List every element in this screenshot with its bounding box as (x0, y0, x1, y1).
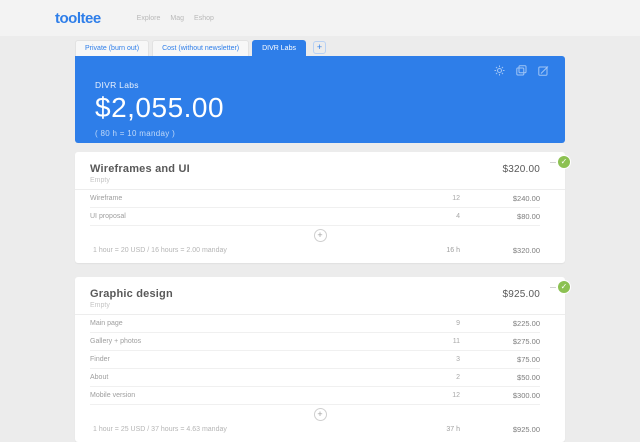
tooltee-logo[interactable]: tooltee (55, 10, 101, 27)
main-nav: Explore Mag Eshop (137, 15, 214, 22)
summary-subtitle: ( 80 h = 10 manday ) (95, 129, 176, 138)
section-total: $320.00 (502, 164, 540, 175)
nav-link-mag[interactable]: Mag (170, 15, 184, 22)
item-quantity: 3 (456, 356, 460, 363)
tab-divr-labs[interactable]: DIVR Labs (252, 40, 306, 56)
badge-connector (550, 287, 556, 288)
section-card-graphic-design: ✓ Graphic design $925.00 Empty Main page… (75, 277, 570, 442)
item-label: Gallery + photos (90, 338, 142, 345)
section-subtitle: Empty (75, 175, 565, 190)
item-amount: $300.00 (512, 391, 540, 400)
item-amount: $225.00 (512, 319, 540, 328)
item-amount: $240.00 (512, 194, 540, 203)
summary-card-actions (494, 65, 549, 76)
section-header: Graphic design $925.00 (75, 277, 565, 300)
item-label: UI proposal (90, 213, 126, 220)
line-item-row[interactable]: Finder 3 $75.00 (90, 351, 540, 369)
add-item-row: + (75, 405, 565, 423)
add-tab-button[interactable]: + (312, 41, 326, 54)
item-quantity: 9 (456, 320, 460, 327)
line-item-row[interactable]: Gallery + photos 11 $275.00 (90, 333, 540, 351)
footer-amount: $925.00 (512, 425, 540, 434)
section-header: Wireframes and UI $320.00 (75, 152, 565, 175)
line-item-row[interactable]: UI proposal 4 $80.00 (90, 208, 540, 226)
nav-link-eshop[interactable]: Eshop (194, 15, 214, 22)
section-footer: 1 hour = 25 USD / 37 hours = 4.63 manday… (93, 423, 540, 435)
tab-private[interactable]: Private (burn out) (75, 40, 150, 56)
footer-amount: $320.00 (512, 246, 540, 255)
section-complete-badge[interactable]: ✓ (558, 281, 570, 293)
item-amount: $275.00 (512, 337, 540, 346)
estimate-content: Private (burn out) Cost (without newslet… (75, 40, 570, 442)
item-amount: $50.00 (517, 373, 540, 382)
item-label: Finder (90, 356, 110, 363)
edit-icon[interactable] (538, 65, 549, 76)
item-quantity: 11 (452, 338, 460, 345)
summary-total-amount: $2,055.00 (95, 92, 225, 123)
item-quantity: 12 (452, 195, 460, 202)
settings-icon[interactable] (494, 65, 505, 76)
item-quantity: 4 (456, 213, 460, 220)
total-hours: 37 h (446, 426, 460, 433)
item-label: Main page (90, 320, 123, 327)
nav-link-explore[interactable]: Explore (137, 15, 161, 22)
add-item-button[interactable]: + (313, 408, 327, 421)
item-label: Wireframe (90, 195, 123, 202)
section-complete-badge[interactable]: ✓ (558, 156, 570, 168)
add-item-button[interactable]: + (313, 229, 327, 242)
add-item-row: + (75, 226, 565, 244)
item-quantity: 12 (452, 392, 460, 399)
line-item-row[interactable]: Wireframe 12 $240.00 (90, 190, 540, 208)
summary-card: DIVR Labs $2,055.00 ( 80 h = 10 manday ) (75, 56, 565, 143)
section-total: $925.00 (502, 289, 540, 300)
badge-connector (550, 162, 556, 163)
tab-cost[interactable]: Cost (without newsletter) (152, 40, 250, 56)
section-title: Graphic design (90, 288, 173, 300)
item-amount: $75.00 (517, 355, 540, 364)
item-quantity: 2 (456, 374, 460, 381)
line-item-row[interactable]: Mobile version 12 $300.00 (90, 387, 540, 405)
line-item-row[interactable]: About 2 $50.00 (90, 369, 540, 387)
item-label: Mobile version (90, 392, 136, 399)
section-title: Wireframes and UI (90, 163, 190, 175)
rate-note: 1 hour = 25 USD / 37 hours = 4.63 manday (93, 426, 227, 433)
summary-title: DIVR Labs (95, 80, 139, 90)
item-amount: $80.00 (517, 212, 540, 221)
section-subtitle: Empty (75, 300, 565, 315)
duplicate-icon[interactable] (516, 65, 527, 76)
top-navigation-bar: tooltee Explore Mag Eshop (0, 0, 640, 36)
total-hours: 16 h (446, 247, 460, 254)
estimate-tabbar: Private (burn out) Cost (without newslet… (75, 40, 565, 56)
section-card-wireframes: ✓ Wireframes and UI $320.00 Empty Wirefr… (75, 152, 570, 263)
section-footer: 1 hour = 20 USD / 16 hours = 2.00 manday… (93, 244, 540, 256)
rate-note: 1 hour = 20 USD / 16 hours = 2.00 manday (93, 247, 227, 254)
line-item-row[interactable]: Main page 9 $225.00 (90, 315, 540, 333)
item-label: About (90, 374, 109, 381)
